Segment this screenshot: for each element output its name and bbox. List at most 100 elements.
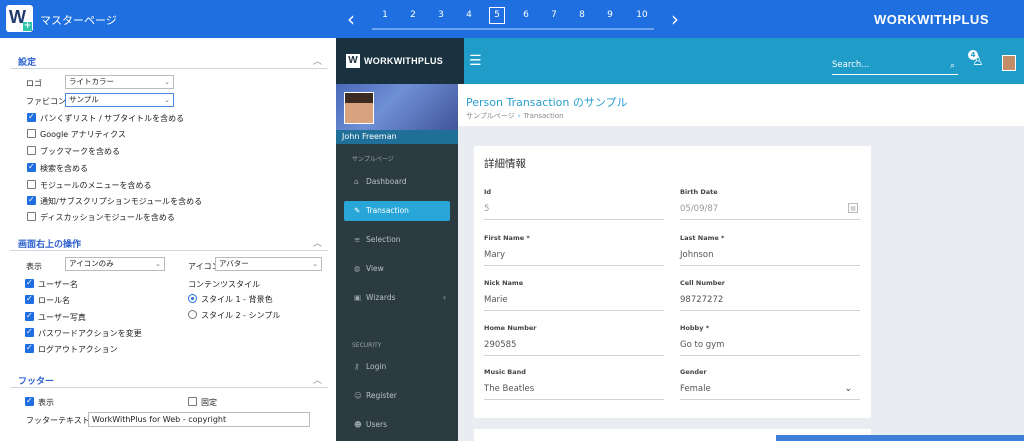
first-name-label: First Name *: [484, 234, 530, 242]
menu-item-selection[interactable]: ≡ Selection: [344, 230, 450, 250]
footer-text-input[interactable]: WorkWithPlus for Web - copyright: [88, 412, 310, 427]
logo-select[interactable]: ライトカラー ⌄: [65, 75, 174, 89]
page-8[interactable]: 8: [574, 10, 590, 20]
page-2[interactable]: 2: [405, 10, 421, 20]
next-page-icon[interactable]: ›: [671, 7, 679, 31]
collapse-chevron-icon[interactable]: ︿: [313, 373, 322, 386]
display-select[interactable]: アイコンのみ ⌄: [65, 257, 165, 271]
app-brand-name: WORKWITHPLUS: [364, 56, 444, 66]
breadcrumb-checkbox-label: パンくずリスト / サブタイトルを含める: [40, 114, 185, 123]
breadcrumb-home[interactable]: サンプルページ: [466, 112, 515, 120]
last-name-input[interactable]: Johnson: [680, 246, 860, 266]
profile-photo: [344, 92, 374, 124]
pager-line: [372, 28, 654, 30]
breadcrumb-checkbox[interactable]: [27, 112, 36, 122]
style-1-radio[interactable]: [188, 294, 197, 303]
role-checkbox[interactable]: [25, 294, 34, 304]
breadcrumb: サンプルページ › Transaction: [466, 111, 564, 121]
search-icon[interactable]: ⌕: [950, 61, 955, 71]
footer-fixed-label: 固定: [201, 398, 217, 407]
search-checkbox[interactable]: [27, 162, 36, 172]
birth-date-field[interactable]: 05/09/87 ▦: [680, 200, 860, 220]
app-sidebar: John Freeman サンプルページ ⌂ Dashboard ✎ Transac…: [336, 84, 458, 441]
page-4[interactable]: 4: [461, 10, 477, 20]
prev-page-icon[interactable]: ‹: [347, 7, 355, 31]
notification-icon[interactable]: ♙ 4: [968, 50, 984, 69]
list-icon: ≡: [354, 235, 361, 244]
page-6[interactable]: 6: [518, 10, 534, 20]
change-password-checkbox[interactable]: [25, 327, 34, 337]
home-icon: ⌂: [354, 177, 359, 186]
module-menu-checkbox[interactable]: [27, 180, 36, 189]
section-top-right-title: 画面右上の操作: [18, 240, 82, 250]
analytics-checkbox[interactable]: [27, 129, 36, 138]
page-5-active[interactable]: 5: [489, 7, 505, 24]
page-10[interactable]: 10: [632, 10, 652, 20]
user-photo-checkbox-label: ユーザー写真: [38, 313, 86, 322]
page-9[interactable]: 9: [602, 10, 618, 20]
chevron-down-icon: ⌄: [164, 96, 170, 104]
gender-label: Gender: [680, 368, 707, 376]
user-icon: ☻: [354, 420, 362, 429]
menu-item-users[interactable]: ☻ Users: [344, 415, 450, 435]
favicon-label: ファビコン: [26, 97, 66, 106]
hobby-label: Hobby *: [680, 324, 710, 332]
hobby-input[interactable]: Go to gym: [680, 336, 860, 356]
page-7[interactable]: 7: [546, 10, 562, 20]
card-title: 詳細情報: [484, 158, 526, 170]
user-photo-checkbox[interactable]: [25, 311, 34, 321]
nick-name-input[interactable]: Marie: [484, 291, 664, 311]
gender-select[interactable]: Female ⌄: [680, 380, 860, 400]
favicon-select[interactable]: サンプル ⌄: [65, 93, 174, 107]
section-settings-title: 設定: [18, 58, 37, 68]
profile-banner: John Freeman: [336, 84, 458, 144]
icon-select[interactable]: アバター ⌄: [215, 257, 322, 271]
logout-checkbox[interactable]: [25, 343, 34, 353]
chevron-down-icon: ⌄: [844, 384, 852, 394]
style-2-radio[interactable]: [188, 310, 197, 319]
first-name-input[interactable]: Mary: [484, 246, 664, 266]
breadcrumb-current: Transaction: [523, 112, 564, 120]
cell-number-input[interactable]: 98727272: [680, 291, 860, 311]
page-pager: ‹ › 1 2 3 4 5 6 7 8 9 10: [345, 4, 690, 32]
module-menu-checkbox-label: モジュールのメニューを含める: [40, 181, 152, 190]
discussion-checkbox-label: ディスカッションモジュールを含める: [40, 213, 175, 222]
menu-item-view[interactable]: ◍ View: [344, 259, 450, 279]
chevron-down-icon: ⌄: [155, 260, 161, 268]
chevron-down-icon: ⌄: [164, 78, 170, 86]
menu-item-register[interactable]: ☺ Register: [344, 386, 450, 406]
footer-fixed-checkbox[interactable]: [188, 397, 197, 406]
home-number-input[interactable]: 290585: [484, 336, 664, 356]
username-checkbox[interactable]: [25, 278, 34, 288]
briefcase-icon: ▣: [354, 293, 362, 302]
app-preview: W WORKWITHPLUS ☰ Search... ⌕ ♙ 4 John Fre…: [336, 38, 1024, 441]
cell-number-label: Cell Number: [680, 279, 726, 287]
nick-name-label: Nick Name: [484, 279, 524, 287]
chevron-right-icon: ›: [443, 293, 446, 302]
workwithplus-logo: W +: [6, 5, 33, 32]
calendar-icon[interactable]: ▦: [848, 203, 858, 213]
header-avatar[interactable]: [1002, 55, 1016, 71]
page-3[interactable]: 3: [433, 10, 449, 20]
menu-item-transaction[interactable]: ✎ Transaction: [344, 201, 450, 221]
last-name-label: Last Name *: [680, 234, 725, 242]
menu-item-login[interactable]: ⚷ Login: [344, 357, 450, 377]
collapse-chevron-icon[interactable]: ︿: [313, 236, 322, 249]
menu-item-dashboard[interactable]: ⌂ Dashboard: [344, 172, 450, 192]
music-band-input[interactable]: The Beatles: [484, 380, 664, 400]
discussion-checkbox[interactable]: [27, 212, 36, 221]
page-1[interactable]: 1: [377, 10, 393, 20]
hamburger-menu-icon[interactable]: ☰: [469, 53, 482, 69]
footer-show-checkbox[interactable]: [25, 396, 34, 406]
collapse-chevron-icon[interactable]: ︿: [313, 54, 322, 67]
notification-checkbox[interactable]: [27, 195, 36, 205]
menu-item-wizards[interactable]: ▣ Wizards ›: [344, 288, 450, 308]
search-input[interactable]: Search... ⌕: [832, 60, 958, 75]
display-label: 表示: [26, 262, 42, 271]
security-caption: SECURITY: [352, 342, 382, 349]
divider: [10, 68, 328, 69]
role-checkbox-label: ロール名: [38, 296, 70, 305]
horizontal-scrollbar[interactable]: [776, 435, 1024, 441]
brand-name: WORKWITHPLUS: [873, 12, 989, 27]
bookmark-checkbox[interactable]: [27, 146, 36, 155]
